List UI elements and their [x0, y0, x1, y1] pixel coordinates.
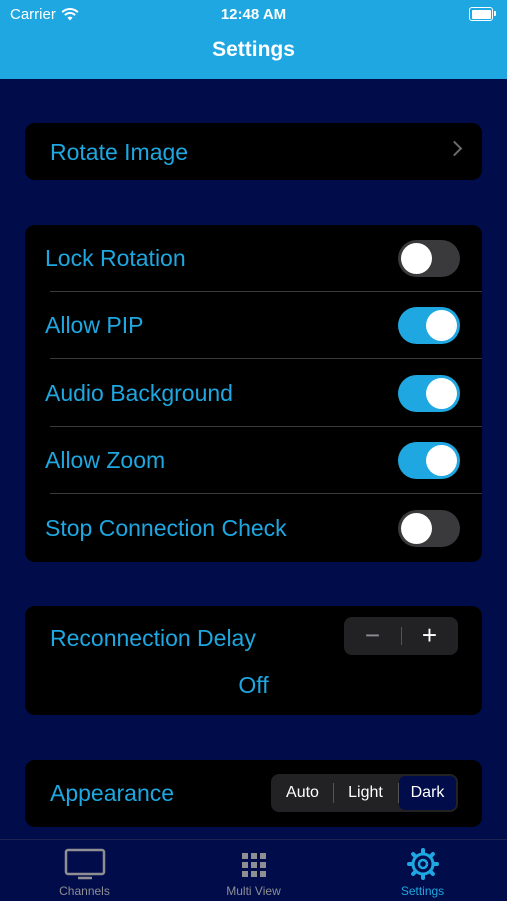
reconnection-delay-label: Reconnection Delay [50, 625, 256, 651]
tv-icon [64, 848, 105, 880]
tab-multi-view-label: Multi View [226, 884, 281, 898]
lock-rotation-toggle[interactable] [398, 240, 460, 277]
increment-button[interactable]: + [401, 617, 458, 655]
toggle-knob [426, 378, 457, 409]
lock-rotation-label: Lock Rotation [45, 245, 186, 271]
row-divider [50, 493, 482, 494]
appearance-card: Appearance Auto Light Dark [25, 760, 482, 827]
appearance-segmented-control: Auto Light Dark [271, 774, 458, 812]
gear-icon [406, 848, 439, 880]
toggle-knob [426, 445, 457, 476]
appearance-label: Appearance [50, 780, 175, 806]
rotate-image-label: Rotate Image [50, 139, 189, 165]
stop-connection-check-toggle[interactable] [398, 510, 460, 547]
chevron-right-icon [446, 140, 463, 157]
audio-background-label: Audio Background [45, 380, 233, 406]
page-title: Settings [212, 38, 295, 61]
toggle-knob [401, 243, 432, 274]
lock-rotation-row: Lock Rotation [25, 225, 482, 292]
reconnection-delay-value: Off [238, 672, 269, 698]
allow-zoom-label: Allow Zoom [45, 447, 166, 473]
allow-pip-label: Allow PIP [45, 312, 144, 338]
audio-background-row: Audio Background [25, 360, 482, 427]
status-bar: Carrier 12:48 AM [0, 6, 507, 24]
stop-connection-check-row: Stop Connection Check [25, 495, 482, 562]
toggle-knob [426, 310, 457, 341]
toggles-card: Lock Rotation Allow PIP Audio Background… [25, 225, 482, 562]
tab-settings[interactable]: Settings [338, 840, 507, 901]
tab-channels[interactable]: Channels [0, 840, 169, 901]
toggle-knob [401, 513, 432, 544]
tab-channels-label: Channels [59, 884, 110, 898]
tab-settings-label: Settings [400, 884, 445, 898]
grid-icon [241, 853, 266, 877]
allow-pip-row: Allow PIP [25, 292, 482, 359]
allow-zoom-toggle[interactable] [398, 442, 460, 479]
allow-pip-toggle[interactable] [398, 307, 460, 344]
appearance-option-dark[interactable]: Dark [399, 776, 456, 810]
tab-bar: Channels Multi View Settings [0, 839, 507, 901]
tab-multi-view[interactable]: Multi View [169, 840, 338, 901]
decrement-button[interactable]: − [344, 617, 401, 655]
rotate-image-row[interactable]: Rotate Image [25, 123, 482, 180]
appearance-option-auto[interactable]: Auto [273, 776, 332, 810]
nav-header: Carrier 12:48 AM Settings [0, 0, 507, 79]
audio-background-toggle[interactable] [398, 375, 460, 412]
appearance-option-light[interactable]: Light [334, 776, 397, 810]
row-divider [50, 358, 482, 359]
reconnection-delay-card: Reconnection Delay − + Off [25, 606, 482, 715]
allow-zoom-row: Allow Zoom [25, 427, 482, 494]
stop-connection-check-label: Stop Connection Check [45, 515, 287, 541]
status-time: 12:48 AM [220, 6, 287, 23]
reconnection-delay-stepper: − + [344, 617, 458, 655]
battery-icon [469, 7, 496, 21]
